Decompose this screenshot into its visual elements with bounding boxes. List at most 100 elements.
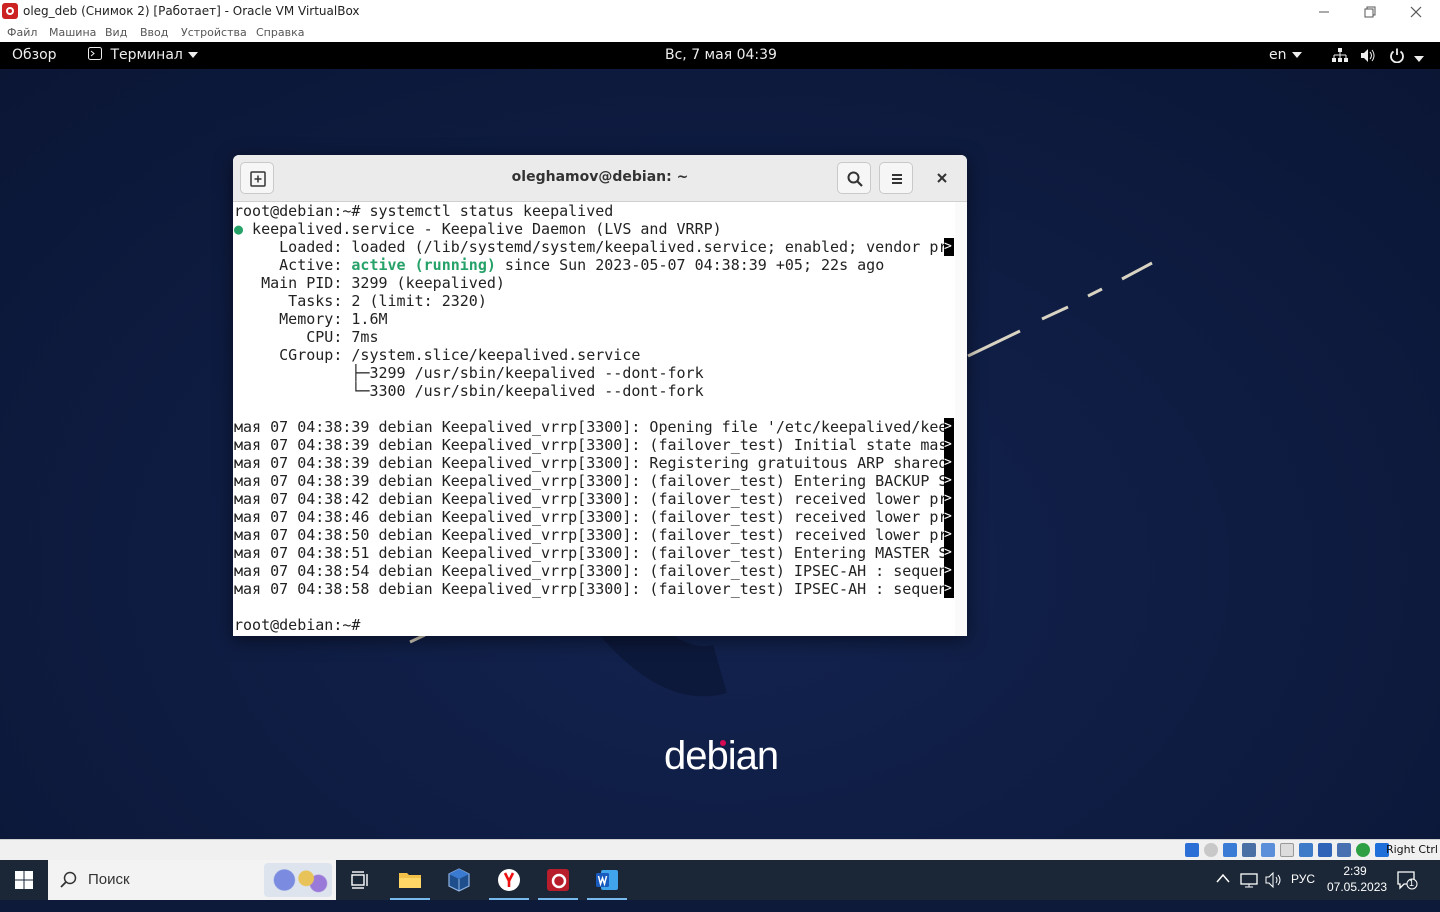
close-icon [1410, 6, 1422, 18]
hard-disk-icon[interactable] [1185, 843, 1199, 857]
terminal-scrollbar[interactable] [955, 202, 967, 636]
menu-machine[interactable]: Машина [49, 26, 96, 39]
terminal-line: Loaded: loaded (/lib/systemd/system/keep… [234, 238, 948, 256]
tray-language[interactable]: РУС [1291, 872, 1315, 912]
close-window-button[interactable] [1393, 0, 1439, 24]
taskbar-vm-window[interactable] [534, 860, 582, 900]
terminal-window[interactable]: oleghamov@debian: ~ root@debian:~# syste… [233, 155, 967, 636]
search-placeholder: Поиск [88, 871, 130, 888]
menu-input[interactable]: Ввод [140, 26, 168, 39]
tray-clock[interactable]: 2:39 07.05.2023 [1327, 860, 1388, 900]
guest-additions-icon[interactable] [1356, 843, 1370, 857]
tray-network[interactable] [1240, 872, 1258, 912]
chevron-down-icon [1414, 56, 1425, 62]
speaker-icon [1265, 871, 1281, 889]
keyboard-layout-label: en [1269, 47, 1287, 63]
terminal-line: ● keepalived.service - Keepalive Daemon … [234, 220, 722, 238]
hamburger-menu-button[interactable] [879, 162, 913, 194]
taskbar-file-explorer[interactable] [386, 860, 434, 900]
menu-file[interactable]: Файл [7, 26, 37, 39]
debian-logo-dot [720, 740, 726, 746]
terminal-line: root@debian:~# systemctl status keepaliv… [234, 202, 614, 220]
activities-button[interactable]: Обзор [12, 47, 57, 63]
taskbar-virtualbox[interactable] [435, 860, 483, 900]
terminal-line: мая 07 04:38:42 debian Keepalived_vrrp[3… [234, 490, 948, 508]
chevron-up-icon [1216, 873, 1230, 883]
restore-icon [1364, 6, 1376, 18]
terminal-line: мая 07 04:38:58 debian Keepalived_vrrp[3… [234, 580, 948, 598]
terminal-line: мая 07 04:38:46 debian Keepalived_vrrp[3… [234, 508, 948, 526]
start-button[interactable] [0, 860, 48, 900]
tray-time: 2:39 [1343, 864, 1367, 878]
network-icon[interactable] [1242, 843, 1256, 857]
terminal-line: └─3300 /usr/sbin/keepalived --dont-fork [234, 382, 704, 400]
terminal-line: мая 07 04:38:51 debian Keepalived_vrrp[3… [234, 544, 948, 562]
minimize-icon [1319, 11, 1329, 13]
line-truncation-marker: > [944, 418, 954, 436]
terminal-line: Tasks: 2 (limit: 2320) [234, 292, 487, 310]
line-truncation-marker: > [944, 544, 954, 562]
virtualization-icon[interactable] [1337, 843, 1351, 857]
terminal-line: Main PID: 3299 (keepalived) [234, 274, 505, 292]
taskbar-search-box[interactable]: Поиск [48, 860, 336, 900]
clock[interactable]: Вс, 7 мая 04:39 [665, 47, 777, 63]
line-truncation-marker: > [944, 526, 954, 544]
usb-icon[interactable] [1261, 843, 1275, 857]
line-truncation-marker: > [944, 436, 954, 454]
status-bullet-icon: ● [234, 220, 244, 238]
volume-icon [1361, 49, 1375, 62]
taskbar-word[interactable] [583, 860, 631, 900]
active-since: since Sun 2023-05-07 04:38:39 +05; 22s a… [495, 256, 885, 274]
shared-folders-icon[interactable] [1280, 843, 1294, 857]
debian-vm-icon [547, 869, 569, 891]
optical-drive-icon[interactable] [1204, 843, 1218, 857]
terminal-line: Active: active (running) since Sun 2023-… [234, 256, 884, 274]
audio-icon[interactable] [1223, 843, 1237, 857]
line-truncation-marker: > [944, 472, 954, 490]
line-truncation-marker: > [944, 490, 954, 508]
terminal-line: мая 07 04:38:39 debian Keepalived_vrrp[3… [234, 472, 948, 490]
video-capture-icon[interactable] [1318, 843, 1332, 857]
terminal-header-bar[interactable]: oleghamov@debian: ~ [233, 155, 967, 202]
task-view-button[interactable] [336, 860, 384, 900]
display-icon[interactable] [1299, 843, 1313, 857]
line-truncation-marker: > [944, 238, 954, 256]
active-label: Active: [234, 256, 352, 274]
notification-center-button[interactable]: 1 [1396, 870, 1418, 910]
keyboard-layout-indicator[interactable]: en [1269, 47, 1302, 63]
terminal-app-icon [88, 47, 102, 60]
network-icon [1240, 873, 1258, 888]
terminal-prompt[interactable]: root@debian:~# [234, 616, 369, 634]
word-icon [596, 870, 618, 890]
search-icon [847, 171, 863, 187]
tray-volume[interactable] [1265, 871, 1283, 912]
folder-icon [399, 873, 421, 888]
close-icon [937, 173, 947, 183]
chevron-down-icon [187, 52, 198, 58]
minimize-button[interactable] [1301, 0, 1347, 24]
terminal-close-button[interactable] [925, 162, 959, 194]
taskbar-yandex-browser[interactable] [485, 860, 533, 900]
menu-devices[interactable]: Устройства [181, 26, 247, 39]
terminal-output[interactable]: root@debian:~# systemctl status keepaliv… [233, 202, 955, 636]
notification-count: 1 [1409, 878, 1415, 888]
line-truncation-marker: > [944, 454, 954, 472]
windows-taskbar: Поиск РУС 2:39 07.05.2023 1 [0, 860, 1440, 900]
debian-logo: debian [664, 734, 779, 779]
line-truncation-marker: > [944, 580, 954, 598]
tray-date: 07.05.2023 [1327, 880, 1388, 894]
system-menu[interactable] [1332, 48, 1425, 67]
tray-overflow-button[interactable] [1216, 872, 1230, 912]
host-menu-bar: Файл Машина Вид Ввод Устройства Справка [0, 24, 1440, 42]
line-truncation-marker: > [944, 508, 954, 526]
restore-button[interactable] [1347, 0, 1393, 24]
search-button[interactable] [837, 162, 871, 194]
terminal-line: мая 07 04:38:54 debian Keepalived_vrrp[3… [234, 562, 948, 580]
menu-view[interactable]: Вид [105, 26, 127, 39]
service-description: keepalived.service - Keepalive Daemon (L… [243, 220, 722, 238]
chevron-down-icon [1291, 52, 1302, 58]
vm-status-bar: Right Ctrl [0, 839, 1440, 861]
menu-help[interactable]: Справка [256, 26, 304, 39]
terminal-line: CPU: 7ms [234, 328, 379, 346]
app-menu[interactable]: Терминал [88, 47, 198, 63]
